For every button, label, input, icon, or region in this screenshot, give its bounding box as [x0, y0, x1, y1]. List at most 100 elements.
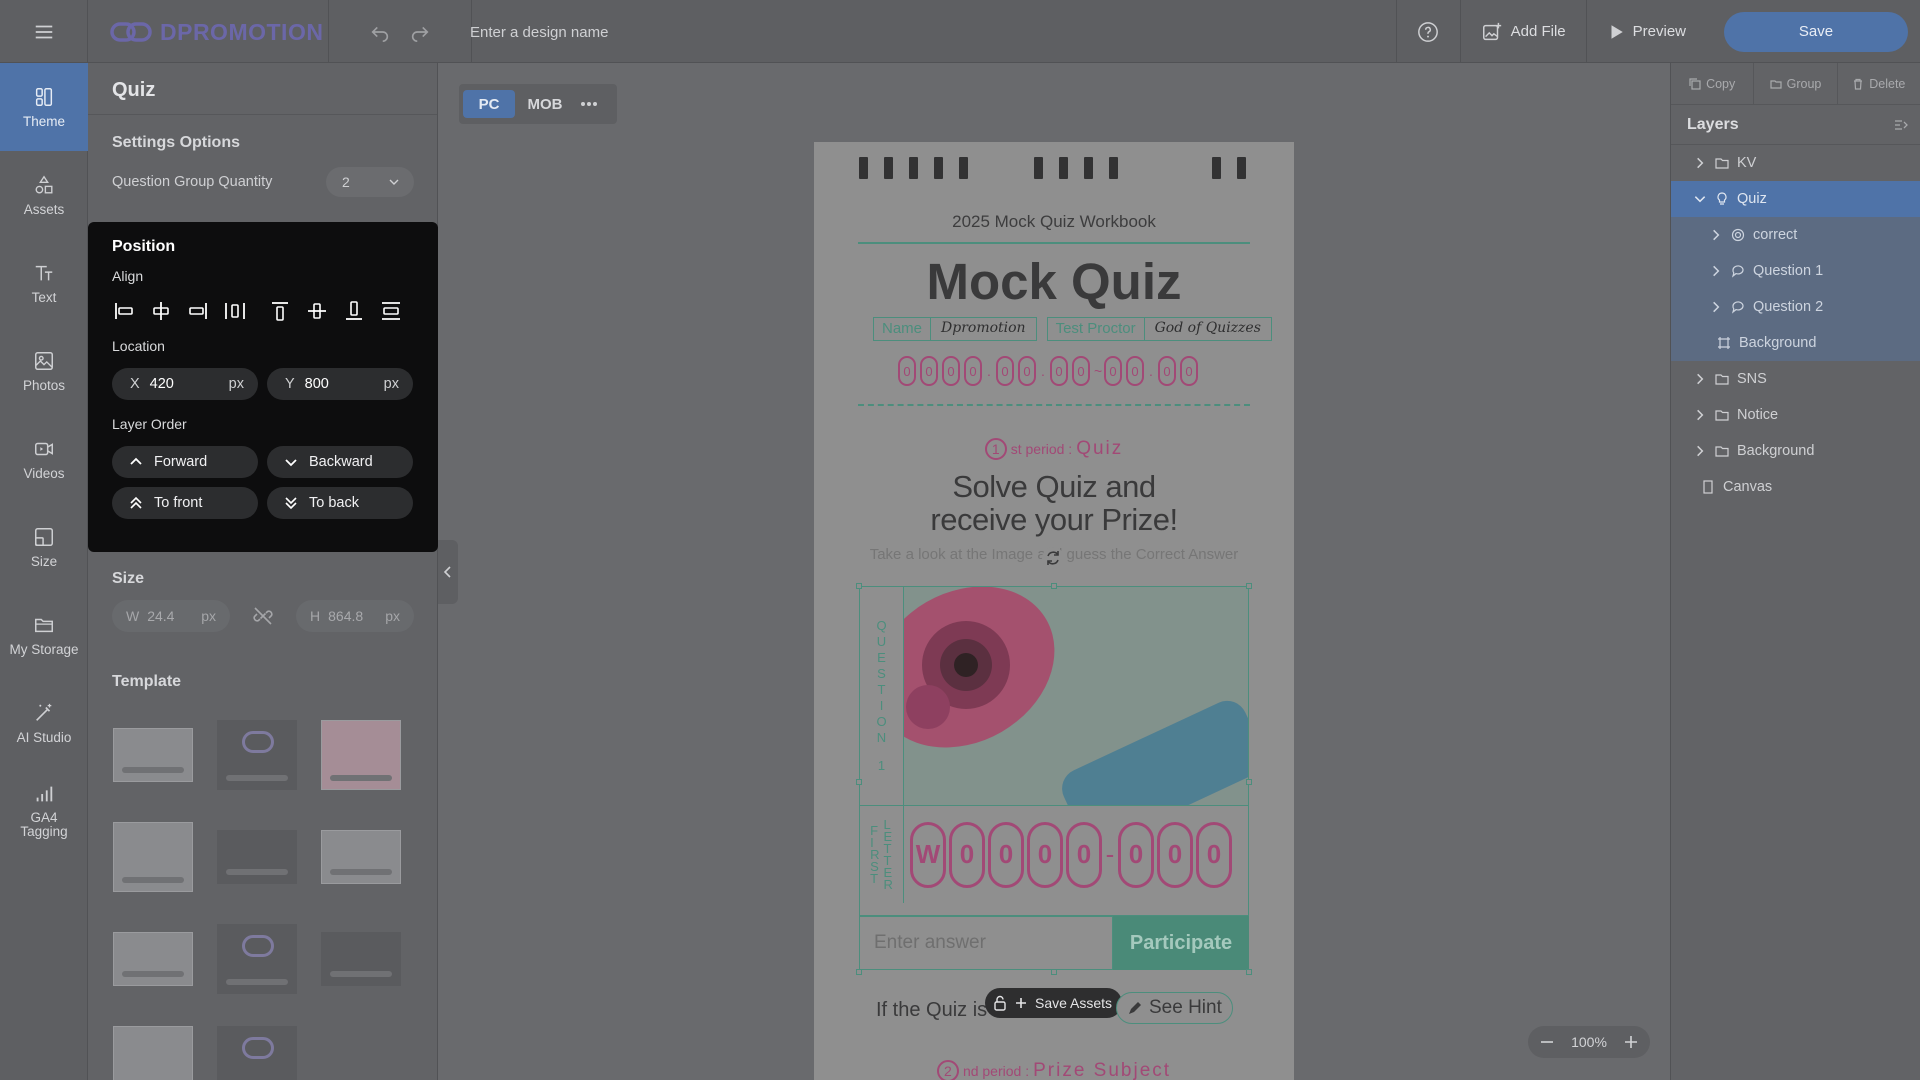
- device-pc-button[interactable]: PC: [463, 90, 515, 118]
- see-hint-button[interactable]: See Hint: [1116, 992, 1233, 1024]
- backward-button[interactable]: Backward: [267, 446, 413, 478]
- layer-item-background[interactable]: Background: [1671, 325, 1920, 361]
- distribute-vertical-icon[interactable]: [379, 300, 403, 322]
- layer-item-notice[interactable]: Notice: [1671, 397, 1920, 433]
- y-field[interactable]: Y 800 px: [267, 368, 413, 400]
- chevron-right-icon[interactable]: [1709, 228, 1723, 242]
- align-top-icon[interactable]: [268, 300, 292, 322]
- x-field[interactable]: X 420 px: [112, 368, 258, 400]
- selection-handle[interactable]: [856, 969, 862, 975]
- hamburger-icon: [35, 25, 52, 38]
- period-2-word: Prize Subject: [1033, 1060, 1172, 1080]
- zoom-out-icon[interactable]: [1540, 1035, 1554, 1049]
- align-center-vertical-icon[interactable]: [305, 300, 329, 322]
- template-thumbnail[interactable]: [112, 1019, 194, 1080]
- layer-item-canvas[interactable]: Canvas: [1671, 469, 1920, 505]
- forward-button[interactable]: Forward: [112, 446, 258, 478]
- logo-link-icon: [110, 22, 152, 42]
- group-button[interactable]: Group: [1754, 63, 1838, 104]
- participate-button[interactable]: Participate: [1113, 916, 1249, 970]
- template-thumbnail[interactable]: [216, 1019, 298, 1080]
- selection-handle[interactable]: [1051, 969, 1057, 975]
- template-thumbnail[interactable]: [320, 713, 402, 797]
- template-thumbnail[interactable]: [216, 917, 298, 1001]
- to-front-button[interactable]: To front: [112, 487, 258, 519]
- nav-item-assets[interactable]: Assets: [0, 151, 88, 239]
- chevron-down-icon[interactable]: [1693, 192, 1707, 206]
- selection-handle[interactable]: [856, 583, 862, 589]
- preview-button[interactable]: Preview: [1585, 0, 1706, 63]
- nav-item-size[interactable]: Size: [0, 503, 88, 591]
- template-thumbnail[interactable]: [320, 815, 402, 899]
- question-group-row: Question Group Quantity 2: [112, 167, 414, 197]
- align-bottom-icon[interactable]: [342, 300, 366, 322]
- template-thumbnail[interactable]: [216, 815, 298, 899]
- width-field[interactable]: W 24.4 px: [112, 600, 230, 632]
- layer-item-question-2[interactable]: Question 2: [1671, 289, 1920, 325]
- distribute-horizontal-icon[interactable]: [223, 300, 247, 322]
- more-options-button[interactable]: [575, 90, 603, 118]
- align-right-icon[interactable]: [186, 300, 210, 322]
- selection-handle[interactable]: [856, 779, 862, 785]
- height-field[interactable]: H 864.8 px: [296, 600, 414, 632]
- align-center-horizontal-icon[interactable]: [149, 300, 173, 322]
- rotate-handle[interactable]: [1042, 547, 1064, 569]
- chevron-right-icon[interactable]: [1693, 444, 1707, 458]
- layer-item-quiz[interactable]: Quiz: [1671, 181, 1920, 217]
- template-thumbnail[interactable]: [216, 713, 298, 797]
- nav-item-videos[interactable]: Videos: [0, 415, 88, 503]
- selection-handle[interactable]: [1246, 779, 1252, 785]
- layer-item-correct[interactable]: correct: [1671, 217, 1920, 253]
- layer-list-toggle-icon[interactable]: [1894, 118, 1908, 132]
- template-thumbnail[interactable]: [112, 917, 194, 1001]
- chevron-right-icon[interactable]: [1693, 408, 1707, 422]
- save-assets-button[interactable]: Save Assets: [985, 988, 1123, 1018]
- menu-button[interactable]: [0, 0, 88, 63]
- help-button[interactable]: [1395, 0, 1460, 63]
- template-thumbnail[interactable]: [320, 917, 402, 1001]
- layer-item-kv[interactable]: KV: [1671, 145, 1920, 181]
- question-frame[interactable]: QUESTION1 FIRST LETTER W0000-000: [859, 586, 1249, 916]
- folder-icon: [35, 618, 53, 632]
- nav-item-ai-studio[interactable]: AI Studio: [0, 679, 88, 767]
- layer-item-question-1[interactable]: Question 1: [1671, 253, 1920, 289]
- nav-item-theme[interactable]: Theme: [0, 63, 88, 151]
- zoom-in-icon[interactable]: [1624, 1035, 1638, 1049]
- save-button[interactable]: Save: [1724, 11, 1908, 52]
- template-thumbnail[interactable]: [112, 815, 194, 899]
- delete-label: Delete: [1869, 76, 1906, 91]
- chevron-right-icon[interactable]: [1709, 264, 1723, 278]
- chevron-right-icon[interactable]: [1709, 300, 1723, 314]
- brand-logo[interactable]: DPROMOTION: [110, 16, 323, 48]
- answer-input[interactable]: [859, 916, 1113, 970]
- design-name-input[interactable]: [470, 18, 870, 46]
- chevron-right-icon[interactable]: [1693, 156, 1707, 170]
- layer-item-sns[interactable]: SNS: [1671, 361, 1920, 397]
- selection-handle[interactable]: [1246, 583, 1252, 589]
- copy-button[interactable]: Copy: [1671, 63, 1755, 104]
- layers-header: Layers: [1671, 105, 1920, 145]
- question-group-select[interactable]: 2: [326, 167, 414, 197]
- nav-item-my-storage[interactable]: My Storage: [0, 591, 88, 679]
- nav-item-ga4-tagging[interactable]: GA4 Tagging: [0, 767, 88, 855]
- add-file-button[interactable]: Add File: [1459, 0, 1586, 63]
- selection-handle[interactable]: [1246, 969, 1252, 975]
- redo-icon[interactable]: [409, 21, 431, 43]
- design-artboard[interactable]: 2025 Mock Quiz Workbook Mock Quiz Name D…: [814, 142, 1294, 1080]
- nav-item-photos[interactable]: Photos: [0, 327, 88, 415]
- device-mob-button[interactable]: MOB: [521, 90, 569, 118]
- position-popover: Position Align Location X 420 px Y 800 p…: [88, 222, 438, 552]
- to-back-button[interactable]: To back: [267, 487, 413, 519]
- align-left-icon[interactable]: [112, 300, 136, 322]
- date-digit: 0: [1180, 356, 1198, 386]
- plus-icon: [1016, 998, 1026, 1008]
- collapse-panel-button[interactable]: [438, 540, 458, 604]
- chevron-right-icon[interactable]: [1693, 372, 1707, 386]
- template-thumbnail[interactable]: [112, 713, 194, 797]
- layer-item-background[interactable]: Background: [1671, 433, 1920, 469]
- selection-handle[interactable]: [1051, 583, 1057, 589]
- undo-icon[interactable]: [369, 21, 391, 43]
- delete-button[interactable]: Delete: [1838, 63, 1920, 104]
- nav-item-text[interactable]: Text: [0, 239, 88, 327]
- unlink-ratio-icon[interactable]: [251, 604, 275, 628]
